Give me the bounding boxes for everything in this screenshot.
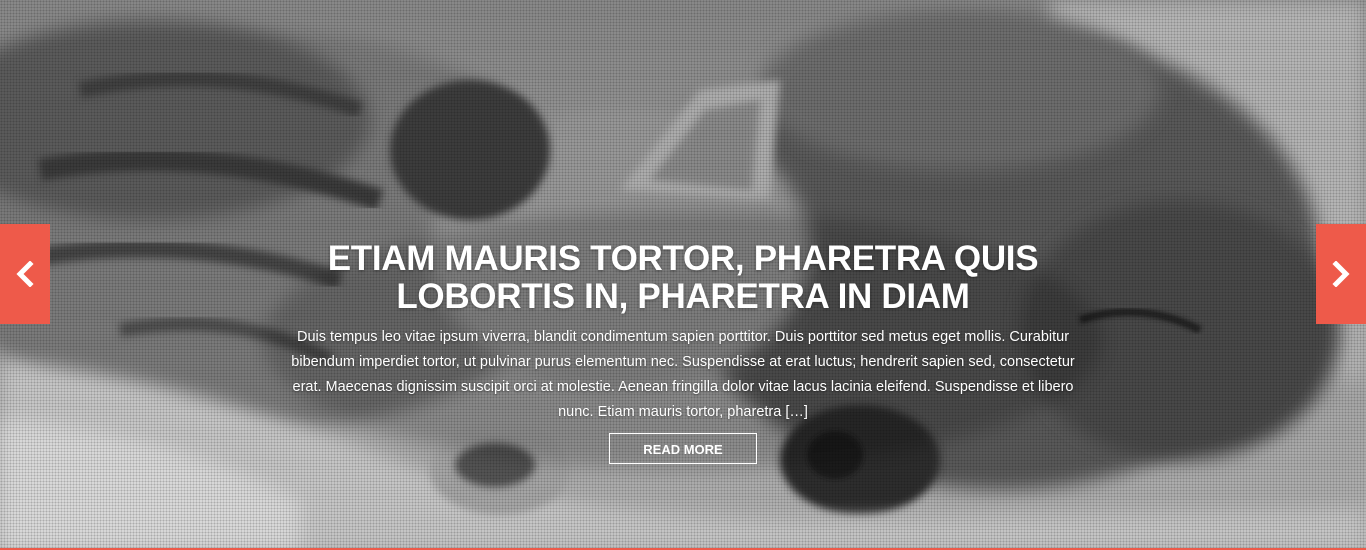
slide-caption: ETIAM MAURIS TORTOR, PHARETRA QUIS LOBOR… xyxy=(283,240,1083,464)
slide-title[interactable]: ETIAM MAURIS TORTOR, PHARETRA QUIS LOBOR… xyxy=(283,240,1083,316)
chevron-right-icon xyxy=(1332,261,1350,287)
previous-slide-button[interactable] xyxy=(0,224,50,324)
read-more-button[interactable]: READ MORE xyxy=(609,433,757,464)
slide-excerpt: Duis tempus leo vitae ipsum viverra, bla… xyxy=(291,329,1075,420)
next-slide-button[interactable] xyxy=(1316,224,1366,324)
hero-slider: ETIAM MAURIS TORTOR, PHARETRA QUIS LOBOR… xyxy=(0,0,1366,550)
chevron-left-icon xyxy=(16,261,34,287)
